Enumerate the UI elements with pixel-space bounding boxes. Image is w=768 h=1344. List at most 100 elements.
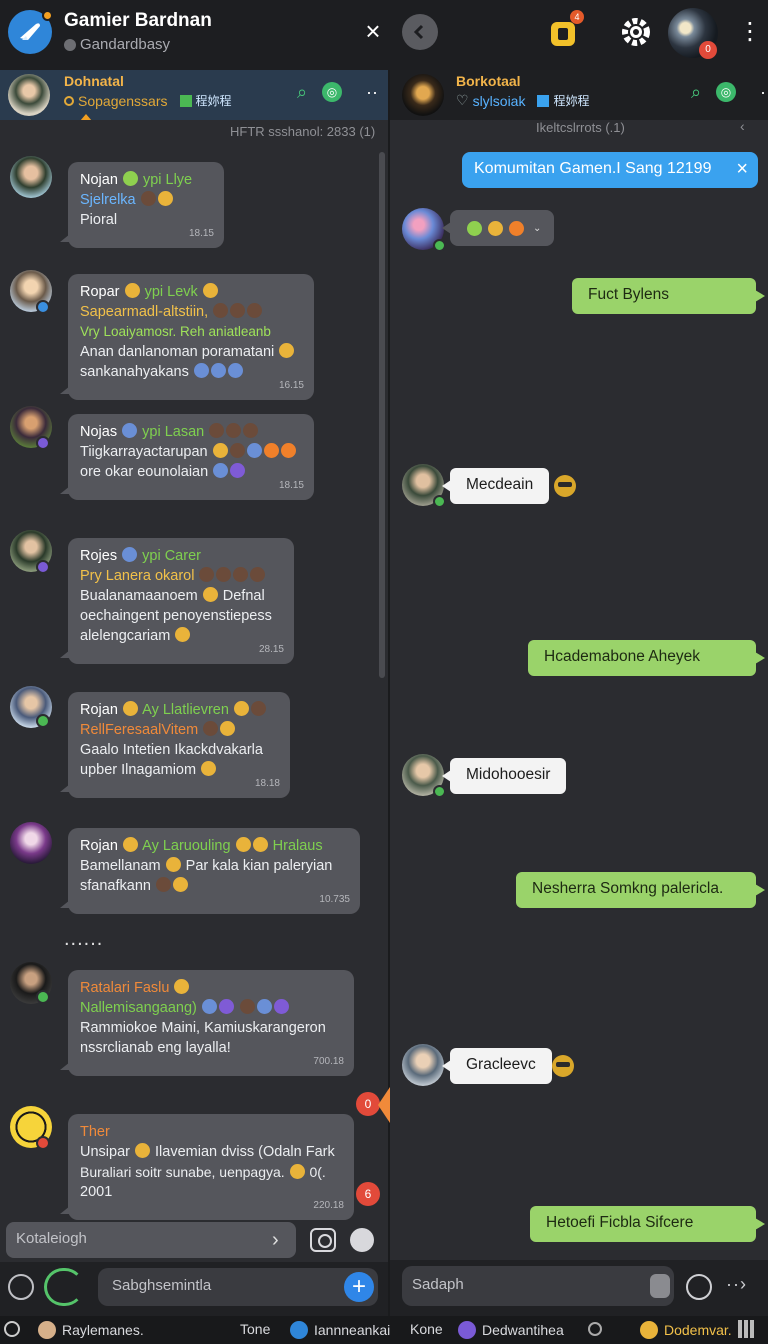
reaction-emoji-icon[interactable] xyxy=(552,1055,574,1077)
close-button[interactable]: × xyxy=(358,16,388,46)
tab-raylemanes[interactable]: Raylemanes. xyxy=(38,1321,144,1339)
contact-status: ♡ slylsoiak 程妳程 xyxy=(456,92,589,109)
home-icon[interactable] xyxy=(4,1321,20,1337)
message-bubble-outgoing[interactable]: Fuct Bylens xyxy=(572,278,765,314)
search-icon[interactable]: ⌕ xyxy=(686,82,706,102)
app-logo-icon[interactable] xyxy=(8,10,53,54)
emoji-icon xyxy=(230,463,246,478)
scroll-marker-icon xyxy=(378,1087,390,1123)
scrollbar[interactable] xyxy=(379,152,385,678)
timestamp: 700.18 xyxy=(313,1056,344,1067)
left-chat-header[interactable]: Dohnatal Sopagenssars 程妳程 ⌕ ◎ ·· xyxy=(0,70,388,121)
unread-badge[interactable]: 0 xyxy=(356,1092,380,1116)
user-avatar[interactable] xyxy=(350,1228,374,1252)
tab-tone[interactable]: Tone xyxy=(240,1321,270,1337)
avatar[interactable] xyxy=(10,822,52,864)
more-options-icon[interactable]: ⋮ xyxy=(738,18,762,48)
emoji-icon xyxy=(467,220,482,236)
grid-icon[interactable] xyxy=(738,1320,756,1338)
message-bubble-outgoing[interactable]: Hetoefi Ficbla Sifcere xyxy=(530,1206,765,1242)
clock-icon xyxy=(64,95,74,106)
message-bubble[interactable]: Nojas ypi Lasan Tiigkarrayactarupan ore … xyxy=(60,414,314,500)
message-bubble[interactable]: Ropar ypi Levk Sapearmadl-altstiin, Vry … xyxy=(60,274,314,400)
emoji-icon xyxy=(218,999,234,1014)
contact-avatar[interactable] xyxy=(8,74,50,116)
emoji-icon xyxy=(243,423,259,438)
emoji-icon xyxy=(227,363,243,378)
emoji-icon xyxy=(193,363,209,378)
globe-icon[interactable]: ◎ xyxy=(716,82,736,102)
sender-tag: ypi Lasan xyxy=(142,424,205,440)
tab-dedwantihea[interactable]: Dedwantihea xyxy=(458,1321,564,1339)
emoji-icon xyxy=(256,999,272,1014)
avatar[interactable] xyxy=(402,464,446,508)
emoji-icon xyxy=(233,567,249,582)
message-bubble[interactable]: Nojan ypi Llye Sjelrelka Pioral 18.15 xyxy=(60,162,224,248)
message-bubble-incoming[interactable]: Mecdeain xyxy=(441,468,550,504)
emoji-icon xyxy=(229,443,245,458)
tab-kone[interactable]: Kone xyxy=(410,1321,443,1337)
refresh-icon[interactable] xyxy=(686,1274,712,1300)
right-chat-header[interactable]: Borkotaal ♡ slylsoiak 程妳程 ⌕ ◎ ·· xyxy=(390,70,768,120)
chat-meta: HFTR ssshanol: 2833 (1) xyxy=(230,124,376,139)
message-line: Gaalo Intetien Ikackdvakarla xyxy=(80,742,263,758)
chevron-down-icon[interactable]: ⌄ xyxy=(533,223,541,234)
close-banner-icon[interactable]: × xyxy=(736,158,748,181)
more-dots-icon[interactable]: ··› xyxy=(726,1274,747,1295)
avatar[interactable] xyxy=(402,1044,444,1086)
emoji-icon xyxy=(216,567,232,582)
message-bubble[interactable]: Rojan Ay Llatlievren RellFeresaalVitem G… xyxy=(60,692,290,798)
settings-button[interactable] xyxy=(620,16,652,48)
right-chat-panel: Ikeltcslrrots (.1) ‹ Komumitan Gamen.I S… xyxy=(390,118,768,1260)
message-bubble[interactable]: Ratalari Faslu Nallemisangaang) Rammioko… xyxy=(60,970,354,1076)
reaction-emoji-icon[interactable] xyxy=(554,475,576,497)
message-line: Sjelrelka xyxy=(80,192,136,208)
emoji-icon xyxy=(175,627,191,642)
tab-dodemvar[interactable]: Dodemvar. xyxy=(640,1321,732,1339)
avatar[interactable] xyxy=(402,754,446,798)
tab-avatar-icon xyxy=(640,1321,658,1339)
more-dots-icon[interactable]: ·· xyxy=(362,82,382,102)
flag-icon xyxy=(537,94,550,107)
avatar[interactable] xyxy=(10,156,52,198)
avatar[interactable] xyxy=(402,208,446,252)
right-message-input[interactable]: Sadaph xyxy=(402,1266,674,1306)
more-dots-icon[interactable]: ·· xyxy=(756,82,768,102)
left-message-input[interactable]: Sabghsemintla xyxy=(98,1268,378,1306)
left-search-input[interactable]: Kotaleiogh xyxy=(6,1222,296,1258)
add-button[interactable]: + xyxy=(344,1272,374,1302)
camera-icon[interactable] xyxy=(310,1228,336,1252)
emoji-icon xyxy=(209,423,225,438)
pinned-banner[interactable]: Komumitan Gamen.I Sang 12199 × xyxy=(462,152,758,188)
mic-icon[interactable] xyxy=(44,1268,84,1306)
chevron-right-icon[interactable]: › xyxy=(272,1229,279,1252)
message-bubble[interactable]: Rojan Ay Laruouling Hralaus Bamellanam P… xyxy=(60,828,360,914)
power-icon[interactable] xyxy=(8,1274,34,1300)
reaction-bubble[interactable]: ⌄ xyxy=(442,210,554,246)
message-line: Pry Lanera okarol xyxy=(80,568,195,584)
emoji-icon xyxy=(122,547,138,562)
message-line: Sapearmadl-altstiin, xyxy=(80,304,209,320)
sticker-icon[interactable] xyxy=(650,1274,670,1298)
online-icon xyxy=(433,239,446,252)
settings-small-icon[interactable] xyxy=(588,1322,602,1336)
message-bubble-incoming[interactable]: Gracleevc xyxy=(442,1048,552,1084)
message-bubble-outgoing[interactable]: Nesherra Somkng palericla. xyxy=(516,872,765,908)
contact-avatar[interactable] xyxy=(402,74,444,116)
sender-name: Nojan xyxy=(80,172,118,188)
message-bubble-incoming[interactable]: Midohooesir xyxy=(441,758,567,794)
message-line: Nallemisangaang) xyxy=(80,1000,197,1016)
back-button[interactable] xyxy=(402,14,438,50)
message-bubble[interactable]: Rojes ypi Carer Pry Lanera okarol Bualan… xyxy=(60,538,294,664)
unread-badge[interactable]: 6 xyxy=(356,1182,380,1206)
message-bubble-outgoing[interactable]: Hcademabone Aheyek xyxy=(528,640,765,676)
search-icon[interactable]: ⌕ xyxy=(292,82,312,102)
app-subtitle-text: Gandardbasy xyxy=(80,36,171,53)
globe-icon[interactable]: ◎ xyxy=(322,82,342,102)
message-bubble[interactable]: Ther Unsipar Ilavemian dviss (Odaln Fark… xyxy=(60,1114,354,1220)
chevron-icon[interactable]: ‹ xyxy=(740,118,745,134)
message-line: oechaingent penoyenstiepess xyxy=(80,608,272,624)
tab-iannneankai[interactable]: Iannneankai xyxy=(290,1321,390,1339)
lock-badge: 4 xyxy=(570,10,584,24)
timestamp: 18.18 xyxy=(254,778,280,789)
